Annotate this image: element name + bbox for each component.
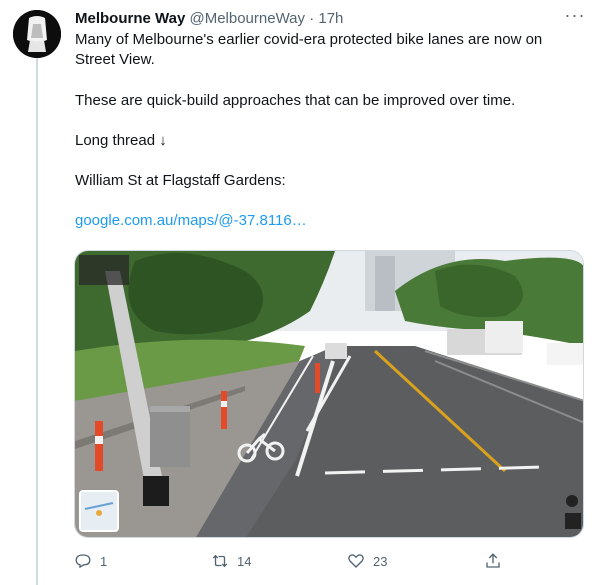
like-icon bbox=[348, 554, 364, 568]
retweet-button[interactable]: 14 bbox=[211, 550, 251, 572]
share-icon bbox=[486, 553, 500, 568]
more-icon[interactable]: ··· bbox=[563, 6, 587, 28]
reply-icon bbox=[75, 554, 91, 569]
thread-line bbox=[36, 58, 38, 585]
tweet-time[interactable]: 17h bbox=[318, 10, 343, 27]
street-view-image bbox=[75, 251, 583, 537]
author-handle[interactable]: @MelbourneWay bbox=[189, 10, 305, 27]
tweet-header: Melbourne Way @MelbourneWay · 17h bbox=[75, 9, 343, 29]
avatar-icon bbox=[13, 10, 61, 58]
tweet-link[interactable]: google.com.au/maps/@-37.8116… bbox=[75, 211, 307, 231]
tweet-paragraph: William St at Flagstaff Gardens: bbox=[75, 172, 286, 189]
share-button[interactable] bbox=[484, 550, 510, 572]
author-name[interactable]: Melbourne Way bbox=[75, 10, 185, 27]
retweet-icon bbox=[212, 554, 228, 568]
action-bar: 1 14 23 bbox=[74, 550, 514, 572]
reply-count: 1 bbox=[100, 553, 108, 569]
tweet-paragraph: These are quick-build approaches that ca… bbox=[75, 92, 516, 109]
tweet-media-street-view[interactable] bbox=[74, 250, 584, 538]
like-button[interactable]: 23 bbox=[347, 550, 387, 572]
reply-button[interactable]: 1 bbox=[74, 550, 107, 572]
tweet-paragraph: Many of Melbourne's earlier covid-era pr… bbox=[75, 31, 543, 68]
avatar[interactable] bbox=[13, 10, 61, 58]
separator-dot: · bbox=[309, 10, 315, 27]
like-count: 23 bbox=[373, 553, 388, 569]
tweet-paragraph: Long thread ↓ bbox=[75, 132, 167, 149]
retweet-count: 14 bbox=[237, 553, 252, 569]
